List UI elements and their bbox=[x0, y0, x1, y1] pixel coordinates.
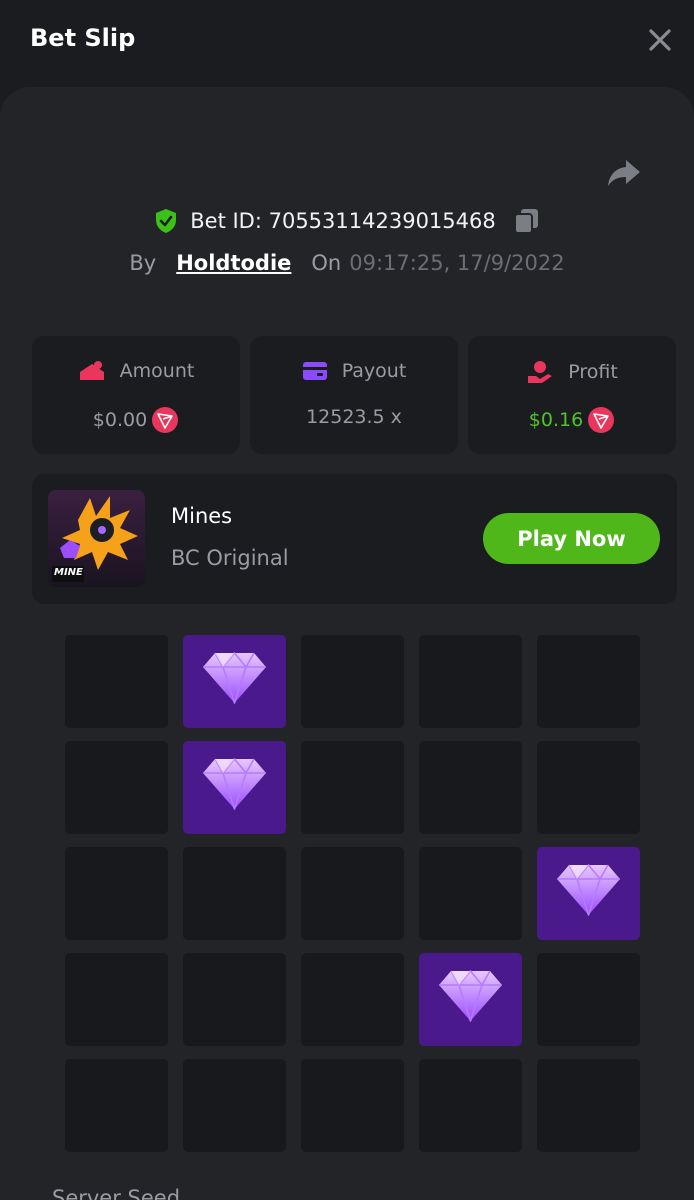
mine-tile bbox=[537, 741, 640, 834]
mine-tile bbox=[537, 1059, 640, 1152]
mine-tile bbox=[183, 953, 286, 1046]
mine-tile bbox=[65, 635, 168, 728]
game-provider: BC Original bbox=[171, 546, 289, 570]
game-name: Mines bbox=[171, 504, 233, 528]
mine-tile bbox=[183, 1059, 286, 1152]
mine-tile bbox=[537, 953, 640, 1046]
mine-tile bbox=[65, 741, 168, 834]
payout-value: 12523.5 x bbox=[306, 406, 402, 428]
profit-hand-icon bbox=[528, 361, 553, 383]
tron-coin-icon bbox=[152, 407, 179, 433]
amount-value: $0.00 bbox=[92, 409, 148, 431]
mine-tile bbox=[301, 953, 404, 1046]
mine-tile bbox=[301, 635, 404, 728]
copy-icon[interactable] bbox=[512, 207, 540, 235]
mines-board bbox=[65, 635, 640, 1153]
bet-timestamp: 09:17:25, 17/9/2022 bbox=[349, 251, 565, 275]
diamond-gem-icon bbox=[439, 970, 502, 1022]
amount-card: Amount $0.00 bbox=[32, 336, 240, 454]
play-now-button[interactable]: Play Now bbox=[483, 513, 660, 564]
bet-meta-row: By Holdtodie On 09:17:25, 17/9/2022 bbox=[0, 246, 694, 280]
mine-tile bbox=[419, 847, 522, 940]
game-card: MINE Mines BC Original Play Now bbox=[32, 474, 677, 604]
payout-card: Payout 12523.5 x bbox=[250, 336, 458, 454]
mines-game-thumbnail[interactable]: MINE bbox=[48, 490, 145, 587]
amount-icon bbox=[79, 361, 104, 380]
verified-shield-icon bbox=[156, 209, 177, 233]
amount-label: Amount bbox=[119, 360, 195, 382]
mine-tile bbox=[183, 847, 286, 940]
share-icon[interactable] bbox=[604, 152, 644, 192]
mine-tile bbox=[537, 635, 640, 728]
mine-tile-gem bbox=[419, 953, 522, 1046]
mine-tile-gem bbox=[183, 741, 286, 834]
mine-tile bbox=[419, 1059, 522, 1152]
bet-id-row: Bet ID: 70553114239015468 bbox=[0, 204, 694, 238]
mine-tile-gem bbox=[537, 847, 640, 940]
diamond-gem-icon bbox=[203, 758, 266, 810]
mine-tile bbox=[419, 635, 522, 728]
on-label: On bbox=[311, 251, 342, 275]
profit-value: $0.16 bbox=[528, 409, 584, 431]
mine-tile bbox=[65, 847, 168, 940]
thumb-label: MINE bbox=[54, 567, 83, 578]
payout-card-icon bbox=[302, 362, 327, 380]
mine-tile-gem bbox=[183, 635, 286, 728]
bet-slip-header: Bet Slip bbox=[0, 0, 694, 82]
username-link[interactable]: Holdtodie bbox=[176, 251, 291, 275]
mine-tile bbox=[301, 1059, 404, 1152]
payout-label: Payout bbox=[341, 360, 407, 382]
profit-card: Profit $0.16 bbox=[468, 336, 676, 454]
diamond-gem-icon bbox=[203, 652, 266, 704]
page-title: Bet Slip bbox=[30, 24, 136, 52]
mine-tile bbox=[419, 741, 522, 834]
bet-id: Bet ID: 70553114239015468 bbox=[190, 209, 496, 233]
by-label: By bbox=[129, 251, 157, 275]
server-seed-label: Server Seed bbox=[52, 1186, 181, 1200]
diamond-gem-icon bbox=[557, 864, 620, 916]
mine-tile bbox=[301, 847, 404, 940]
mine-tile bbox=[65, 953, 168, 1046]
close-icon[interactable] bbox=[642, 22, 678, 58]
profit-label: Profit bbox=[568, 361, 618, 383]
tron-coin-icon bbox=[588, 407, 615, 433]
mine-tile bbox=[301, 741, 404, 834]
mine-tile bbox=[65, 1059, 168, 1152]
